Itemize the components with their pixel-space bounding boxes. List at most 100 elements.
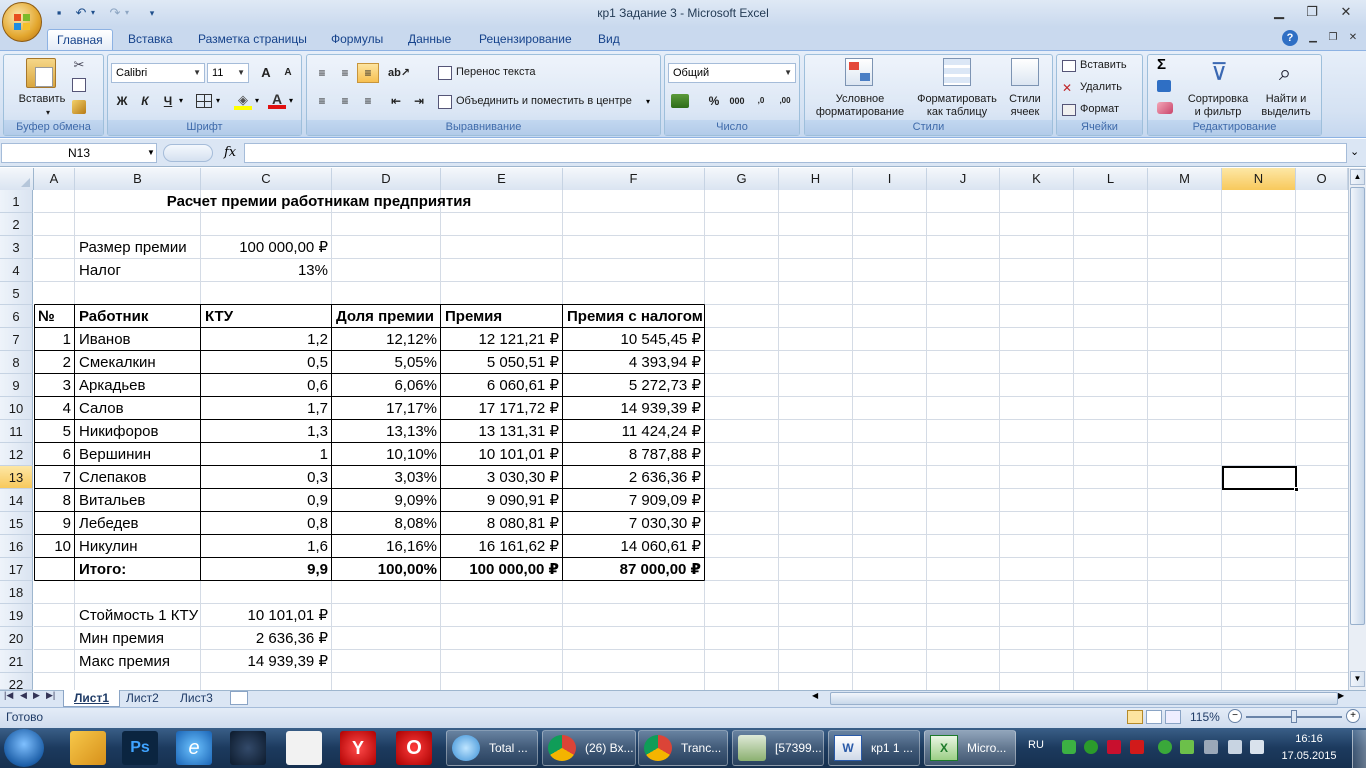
cell-header-name[interactable]: Работник [75, 305, 201, 328]
cell-employee-ktu[interactable]: 0,5 [201, 351, 332, 374]
cell-employee-number[interactable]: 3 [34, 374, 75, 397]
row-header-6[interactable]: 6 [0, 305, 33, 328]
row-header-1[interactable]: 1 [0, 190, 33, 213]
cell-param-label[interactable]: Налог [75, 259, 201, 282]
cell-employee-ktu[interactable]: 1 [201, 443, 332, 466]
column-header-a[interactable]: A [34, 168, 75, 190]
cell-employee-share[interactable]: 8,08% [332, 512, 441, 535]
bold-button[interactable]: Ж [111, 91, 133, 111]
cell-employee-taxed[interactable]: 7 909,09 ₽ [563, 489, 705, 512]
cell-employee-taxed[interactable]: 11 424,24 ₽ [563, 420, 705, 443]
row-header-4[interactable]: 4 [0, 259, 33, 282]
cell-employee-taxed[interactable]: 4 393,94 ₽ [563, 351, 705, 374]
cell-header-share[interactable]: Доля премии [332, 305, 441, 328]
start-button[interactable] [4, 729, 44, 767]
cell-employee-name[interactable]: Вершинин [75, 443, 201, 466]
font-color-icon[interactable]: A [268, 91, 286, 109]
find-select-button[interactable]: Найти и выделить [1255, 93, 1317, 119]
ribbon-restore-button[interactable]: ❐ [1322, 29, 1344, 47]
clear-icon[interactable] [1157, 102, 1173, 114]
align-top-icon[interactable]: ≡ [311, 63, 333, 83]
orientation-icon[interactable]: ab↗ [385, 63, 413, 83]
cell-employee-share[interactable]: 3,03% [332, 466, 441, 489]
row-header-3[interactable]: 3 [0, 236, 33, 259]
column-header-f[interactable]: F [563, 168, 705, 190]
cell-employee-number[interactable]: 10 [34, 535, 75, 558]
sheet-nav-next-icon[interactable]: ▶ [33, 690, 40, 701]
cell-stat-value[interactable]: 14 939,39 ₽ [201, 650, 332, 673]
volume-icon[interactable] [1250, 740, 1264, 754]
cell-header-bonus[interactable]: Премия [441, 305, 563, 328]
column-header-n[interactable]: N [1222, 168, 1296, 190]
cell-stat-value[interactable]: 2 636,36 ₽ [201, 627, 332, 650]
formula-input[interactable] [244, 143, 1347, 163]
insert-function-button[interactable]: fx [224, 145, 236, 160]
language-indicator[interactable]: RU [1028, 739, 1044, 751]
clock-date[interactable]: 17.05.2015 [1278, 750, 1340, 762]
number-format-combo[interactable]: Общий ▼ [668, 63, 796, 83]
paste-icon[interactable] [26, 58, 56, 88]
row-header-21[interactable]: 21 [0, 650, 33, 673]
row-header-22[interactable]: 22 [0, 673, 33, 692]
name-box[interactable]: N13 [1, 143, 157, 163]
cell-title[interactable]: Расчет премии работникам предприятия [75, 190, 563, 213]
column-header-b[interactable]: B [75, 168, 201, 190]
row-header-18[interactable]: 18 [0, 581, 33, 604]
tray-flag-icon[interactable] [1204, 740, 1218, 754]
cell-employee-number[interactable]: 4 [34, 397, 75, 420]
align-right-icon[interactable]: ≡ [357, 91, 379, 111]
cell-employee-bonus[interactable]: 6 060,61 ₽ [441, 374, 563, 397]
cell-employee-taxed[interactable]: 14 939,39 ₽ [563, 397, 705, 420]
maximize-button[interactable]: ❐ [1301, 3, 1323, 21]
column-header-c[interactable]: C [201, 168, 332, 190]
cell-employee-name[interactable]: Никулин [75, 535, 201, 558]
normal-view-icon[interactable] [1127, 710, 1143, 724]
increase-decimal-icon[interactable]: ,0 [750, 91, 772, 111]
sheet-tab-3[interactable]: Лист3 [170, 690, 223, 707]
opera-icon[interactable]: O [396, 731, 432, 765]
tab-review[interactable]: Рецензирование [470, 29, 581, 50]
cell-employee-taxed[interactable]: 5 272,73 ₽ [563, 374, 705, 397]
cell-employee-name[interactable]: Салов [75, 397, 201, 420]
taskbar-app-icon[interactable] [70, 731, 106, 765]
cell-total-label[interactable]: Итого: [75, 558, 201, 581]
cell-total-taxed[interactable]: 87 000,00 ₽ [563, 558, 705, 581]
column-header-d[interactable]: D [332, 168, 441, 190]
tray-icon[interactable] [1107, 740, 1121, 754]
copy-icon[interactable] [72, 78, 86, 92]
cell-employee-number[interactable]: 9 [34, 512, 75, 535]
format-as-table-button[interactable]: Форматировать как таблицу [914, 93, 1000, 119]
ribbon-minimize-button[interactable]: ▁ [1302, 29, 1324, 47]
cell-employee-share[interactable]: 12,12% [332, 328, 441, 351]
show-desktop-button[interactable] [1352, 730, 1366, 768]
sheet-nav-prev-icon[interactable]: ◀ [20, 690, 27, 701]
cell-employee-number[interactable]: 6 [34, 443, 75, 466]
cell-employee-taxed[interactable]: 14 060,61 ₽ [563, 535, 705, 558]
tab-formulas[interactable]: Формулы [322, 29, 392, 50]
sort-filter-button[interactable]: Сортировка и фильтр [1185, 93, 1251, 119]
cell-employee-number[interactable]: 2 [34, 351, 75, 374]
row-header-8[interactable]: 8 [0, 351, 33, 374]
vertical-scrollbar[interactable]: ▲ ▼ [1348, 168, 1366, 690]
tab-data[interactable]: Данные [399, 29, 460, 50]
horizontal-scroll-thumb[interactable] [830, 692, 1338, 705]
row-header-2[interactable]: 2 [0, 213, 33, 236]
cell-employee-bonus[interactable]: 8 080,81 ₽ [441, 512, 563, 535]
row-header-13[interactable]: 13 [0, 466, 33, 489]
cell-header-ktu[interactable]: КТУ [201, 305, 332, 328]
cell-employee-ktu[interactable]: 1,7 [201, 397, 332, 420]
row-header-9[interactable]: 9 [0, 374, 33, 397]
cell-total-bonus[interactable]: 100 000,00 ₽ [441, 558, 563, 581]
sheet-tab-1[interactable]: Лист1 [63, 690, 121, 707]
active-cell-n13[interactable] [1222, 466, 1299, 492]
sheet-nav-last-icon[interactable]: ▶| [46, 690, 55, 701]
cell-stat-value[interactable]: 10 101,01 ₽ [201, 604, 332, 627]
network-icon[interactable] [1228, 740, 1242, 754]
tab-page-layout[interactable]: Разметка страницы [189, 29, 316, 50]
zoom-out-icon[interactable]: − [1228, 709, 1242, 723]
cell-employee-ktu[interactable]: 0,6 [201, 374, 332, 397]
sheet-tab-2[interactable]: Лист2 [116, 690, 169, 707]
zoom-in-icon[interactable]: + [1346, 709, 1360, 723]
cell-header-taxed[interactable]: Премия с налогом [563, 305, 705, 328]
column-header-k[interactable]: K [1000, 168, 1074, 190]
